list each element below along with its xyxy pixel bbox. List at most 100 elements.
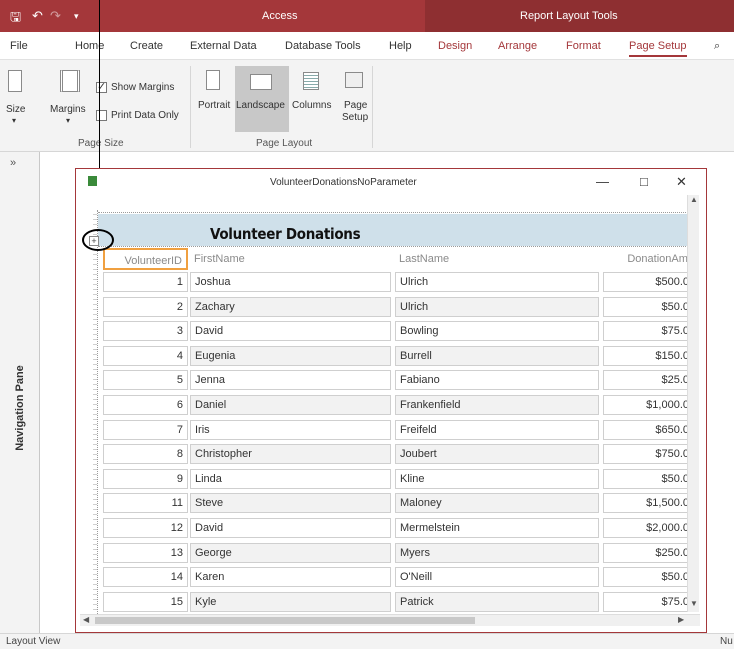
- tab-database-tools[interactable]: Database Tools: [285, 40, 361, 52]
- first-name-cell[interactable]: Steve: [190, 493, 391, 514]
- columns-icon[interactable]: [303, 72, 319, 90]
- last-name-cell[interactable]: Myers: [395, 542, 599, 563]
- donation-amount-cell[interactable]: $650.0: [603, 419, 694, 440]
- donation-amount-cell[interactable]: $25.0: [603, 370, 694, 391]
- scroll-up-icon[interactable]: ▲: [690, 195, 698, 204]
- volunteer-id-cell[interactable]: 5: [103, 370, 188, 391]
- volunteer-id-cell[interactable]: 3: [103, 321, 188, 342]
- report-layout[interactable]: Volunteer Donations VolunteerID FirstNam…: [98, 210, 694, 614]
- tab-design[interactable]: Design: [438, 40, 472, 52]
- columns-button[interactable]: Columns: [292, 100, 331, 111]
- last-name-cell[interactable]: Patrick: [395, 591, 599, 612]
- last-name-cell[interactable]: Frankenfield: [395, 395, 599, 415]
- show-margins-checkbox[interactable]: ✓: [96, 81, 107, 93]
- volunteer-id-cell[interactable]: 2: [103, 296, 188, 317]
- last-name-cell[interactable]: Maloney: [395, 493, 599, 514]
- search-icon[interactable]: ⌕: [714, 40, 720, 53]
- column-header-last-name[interactable]: LastName: [399, 248, 599, 270]
- first-name-cell[interactable]: Karen: [190, 567, 391, 588]
- tab-page-setup[interactable]: Page Setup: [629, 40, 687, 57]
- tab-arrange[interactable]: Arrange: [498, 40, 537, 52]
- page-setup-button-line2[interactable]: Setup: [342, 112, 368, 123]
- last-name-cell[interactable]: Ulrich: [395, 296, 599, 317]
- print-data-only-checkbox[interactable]: [96, 110, 107, 121]
- margins-icon[interactable]: [60, 70, 80, 92]
- navigation-pane[interactable]: » Navigation Pane: [0, 152, 40, 633]
- first-name-cell[interactable]: Zachary: [190, 296, 391, 317]
- first-name-cell[interactable]: Kyle: [190, 591, 391, 612]
- donation-amount-cell[interactable]: $75.0: [603, 591, 694, 612]
- last-name-cell[interactable]: Joubert: [395, 444, 599, 465]
- volunteer-id-cell[interactable]: 13: [103, 542, 188, 563]
- horizontal-scrollbar[interactable]: ◀ ▶: [80, 614, 700, 626]
- first-name-cell[interactable]: Daniel: [190, 395, 391, 415]
- first-name-cell[interactable]: David: [190, 321, 391, 342]
- first-name-cell[interactable]: Christopher: [190, 444, 391, 465]
- donation-amount-cell[interactable]: $75.0: [603, 321, 694, 342]
- size-button[interactable]: Size: [6, 104, 25, 115]
- page-setup-icon[interactable]: [345, 72, 363, 88]
- volunteer-id-cell[interactable]: 6: [103, 395, 188, 415]
- landscape-icon[interactable]: [250, 74, 272, 90]
- scroll-left-icon[interactable]: ◀: [83, 615, 89, 624]
- last-name-cell[interactable]: Kline: [395, 468, 599, 489]
- portrait-icon[interactable]: [206, 70, 220, 90]
- first-name-cell[interactable]: David: [190, 518, 391, 538]
- volunteer-id-cell[interactable]: 12: [103, 518, 188, 538]
- landscape-button[interactable]: Landscape: [236, 100, 285, 111]
- first-name-cell[interactable]: Joshua: [190, 272, 391, 292]
- page-setup-button-line1[interactable]: Page: [344, 100, 367, 111]
- last-name-cell[interactable]: Mermelstein: [395, 518, 599, 538]
- volunteer-id-cell[interactable]: 15: [103, 591, 188, 612]
- donation-amount-cell[interactable]: $250.0: [603, 542, 694, 563]
- last-name-cell[interactable]: Fabiano: [395, 370, 599, 391]
- navigation-pane-label[interactable]: Navigation Pane: [14, 352, 26, 464]
- first-name-cell[interactable]: George: [190, 542, 391, 563]
- volunteer-id-cell[interactable]: 7: [103, 419, 188, 440]
- minimize-icon[interactable]: —: [596, 174, 609, 189]
- last-name-cell[interactable]: Ulrich: [395, 272, 599, 292]
- first-name-cell[interactable]: Jenna: [190, 370, 391, 391]
- scroll-right-icon[interactable]: ▶: [678, 615, 684, 624]
- scroll-thumb[interactable]: [95, 617, 475, 624]
- tab-create[interactable]: Create: [130, 40, 163, 52]
- last-name-cell[interactable]: O'Neill: [395, 567, 599, 588]
- undo-icon[interactable]: ↶: [32, 8, 43, 24]
- first-name-cell[interactable]: Linda: [190, 468, 391, 489]
- vertical-scrollbar[interactable]: ▲ ▼: [687, 195, 699, 612]
- donation-amount-cell[interactable]: $50.0: [603, 567, 694, 588]
- donation-amount-cell[interactable]: $2,000.0: [603, 518, 694, 538]
- tab-format[interactable]: Format: [566, 40, 601, 52]
- tab-help[interactable]: Help: [389, 40, 412, 52]
- column-header-first-name[interactable]: FirstName: [194, 248, 394, 270]
- volunteer-id-cell[interactable]: 9: [103, 468, 188, 489]
- save-icon[interactable]: 🖫: [10, 8, 21, 30]
- page-size-icon[interactable]: [8, 70, 22, 92]
- size-dropdown-icon[interactable]: ▾: [12, 116, 16, 125]
- margins-button[interactable]: Margins: [50, 104, 86, 115]
- column-header-volunteer-id[interactable]: VolunteerID: [103, 248, 188, 270]
- close-icon[interactable]: ✕: [676, 174, 687, 190]
- donation-amount-cell[interactable]: $1,000.0: [603, 395, 694, 415]
- last-name-cell[interactable]: Freifeld: [395, 419, 599, 440]
- first-name-cell[interactable]: Eugenia: [190, 345, 391, 366]
- donation-amount-cell[interactable]: $1,500.0: [603, 493, 694, 514]
- report-title[interactable]: Volunteer Donations: [210, 225, 361, 243]
- volunteer-id-cell[interactable]: 1: [103, 272, 188, 292]
- donation-amount-cell[interactable]: $50.0: [603, 296, 694, 317]
- volunteer-id-cell[interactable]: 8: [103, 444, 188, 465]
- last-name-cell[interactable]: Burrell: [395, 345, 599, 366]
- expand-nav-pane-icon[interactable]: »: [10, 157, 16, 169]
- volunteer-id-cell[interactable]: 14: [103, 567, 188, 588]
- column-header-donation-amount[interactable]: DonationAmo: [603, 248, 694, 270]
- donation-amount-cell[interactable]: $150.0: [603, 345, 694, 366]
- customize-toolbar-icon[interactable]: ▾: [74, 11, 79, 22]
- tab-external-data[interactable]: External Data: [190, 40, 257, 52]
- tab-file[interactable]: File: [10, 40, 28, 52]
- portrait-button[interactable]: Portrait: [198, 100, 230, 111]
- last-name-cell[interactable]: Bowling: [395, 321, 599, 342]
- first-name-cell[interactable]: Iris: [190, 419, 391, 440]
- margins-dropdown-icon[interactable]: ▾: [66, 116, 70, 125]
- volunteer-id-cell[interactable]: 11: [103, 493, 188, 514]
- donation-amount-cell[interactable]: $50.0: [603, 468, 694, 489]
